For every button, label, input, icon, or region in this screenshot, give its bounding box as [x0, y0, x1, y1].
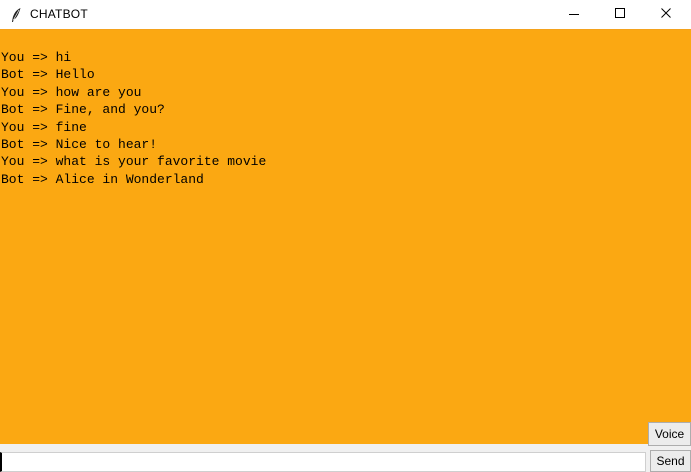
chat-line: Bot => Alice in Wonderland	[1, 171, 204, 187]
chat-line: Bot => Nice to hear!	[1, 137, 158, 153]
chat-line: You => how are you	[1, 84, 142, 100]
feather-icon	[10, 7, 22, 23]
minimize-button[interactable]	[551, 0, 597, 29]
chat-line: Bot => Fine, and you?	[1, 102, 165, 118]
chat-log[interactable]: You => hi Bot => Hello You => how are yo…	[0, 30, 691, 444]
maximize-button[interactable]	[597, 0, 643, 29]
close-icon	[660, 6, 672, 24]
chat-line: You => what is your favorite movie	[1, 154, 267, 170]
minimize-icon	[568, 6, 580, 24]
message-input[interactable]	[0, 452, 646, 472]
title-bar[interactable]: CHATBOT	[0, 0, 691, 30]
chatbot-window: CHATBOT You => hi Bot => Hello You => ho…	[0, 0, 691, 472]
chat-line: Bot => Hello	[1, 67, 95, 83]
close-button[interactable]	[643, 0, 689, 29]
chat-line: You => fine	[1, 119, 87, 135]
voice-button[interactable]: Voice	[648, 422, 691, 446]
send-button[interactable]: Send	[650, 450, 691, 472]
maximize-icon	[614, 6, 626, 24]
window-title: CHATBOT	[30, 7, 88, 21]
chat-line: You => hi	[1, 50, 72, 65]
